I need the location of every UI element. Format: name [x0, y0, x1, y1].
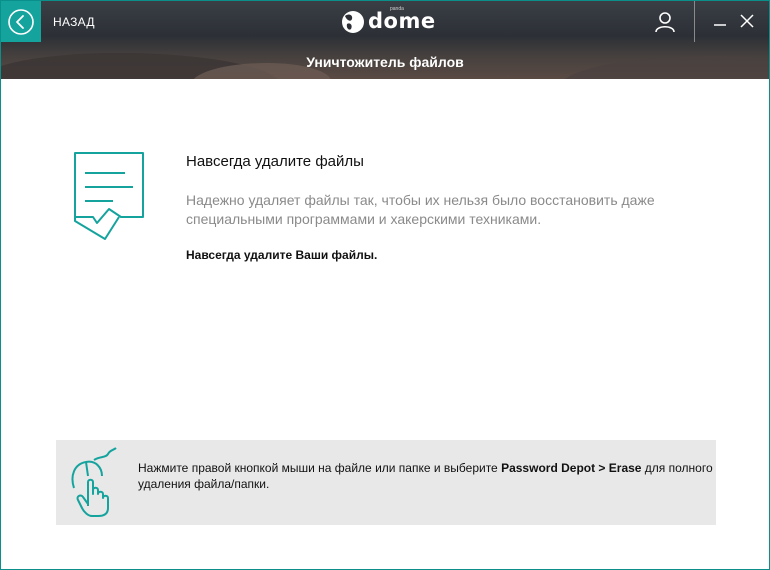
logo-text: dome	[368, 9, 436, 33]
panda-logo-icon	[342, 11, 364, 33]
usage-tip-text: Нажмите правой кнопкой мыши на файле или…	[138, 460, 713, 492]
title-bar-divider	[694, 1, 695, 42]
page-title: Уничтожитель файлов	[306, 54, 464, 70]
minimize-icon	[714, 24, 726, 26]
top-bar: НАЗАД dome panda	[1, 1, 769, 42]
document-shred-icon	[73, 151, 145, 241]
close-button[interactable]	[739, 13, 755, 29]
mouse-hand-icon	[64, 446, 122, 518]
logo-brand-small: panda	[390, 6, 404, 12]
feature-heading: Навсегда удалите файлы	[186, 153, 364, 170]
feature-description: Надежно удаляет файлы так, чтобы их нель…	[186, 192, 655, 227]
user-account-button[interactable]	[653, 10, 677, 34]
back-label[interactable]: НАЗАД	[53, 15, 95, 29]
usage-tip-box: Нажмите правой кнопкой мыши на файле или…	[56, 440, 716, 525]
user-icon	[655, 12, 675, 33]
back-arrow-icon	[8, 8, 34, 35]
tip-text-before: Нажмите правой кнопкой мыши на файле или…	[138, 461, 502, 475]
feature-tagline: Навсегда удалите Ваши файлы.	[186, 248, 378, 262]
header-banner: НАЗАД dome panda Уничтожитель файлов	[1, 1, 769, 79]
dome-logo: dome	[341, 9, 436, 35]
app-window: НАЗАД dome panda Уничтожитель файлов Нав…	[0, 0, 770, 570]
minimize-button[interactable]	[712, 13, 728, 29]
back-button[interactable]	[1, 1, 41, 42]
tip-text-bold: Password Depot > Erase	[501, 461, 642, 475]
close-icon	[740, 14, 754, 28]
